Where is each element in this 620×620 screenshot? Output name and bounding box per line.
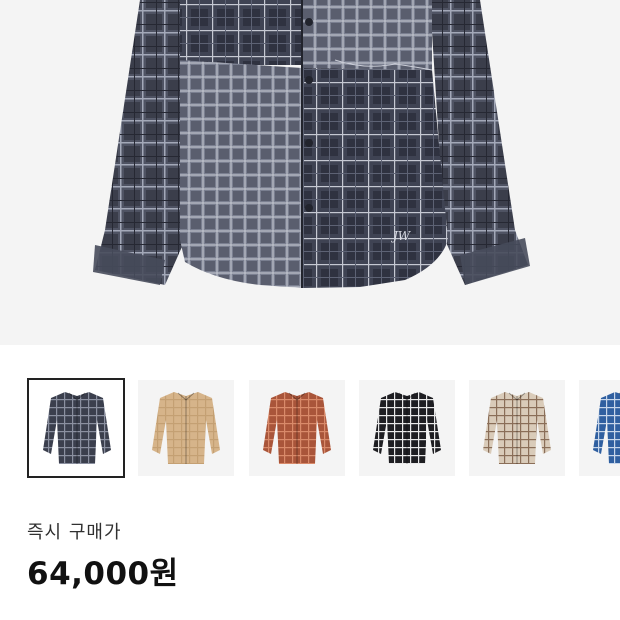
thumbnail-navy-patchwork-plaid-shirt[interactable] (27, 378, 125, 478)
shirt-thumbnail-image (593, 392, 620, 464)
product-main-image[interactable]: JW (0, 0, 620, 345)
shirt-thumbnail-image (43, 392, 111, 464)
thumbnail-blue-plaid-shirt[interactable] (579, 380, 620, 476)
plaid-shirt-illustration: JW (93, 0, 530, 288)
instant-buy-price: 64,000원 (27, 556, 179, 592)
thumbnail-strip (0, 378, 620, 478)
shirt-thumbnail-image (152, 392, 220, 464)
thumbnail-rust-plaid-shirt[interactable] (249, 380, 345, 476)
svg-text:JW: JW (390, 229, 412, 243)
thumbnail-cream-brown-plaid-shirt[interactable] (469, 380, 565, 476)
shirt-thumbnail-image (263, 392, 331, 464)
thumbnail-beige-shirt[interactable] (138, 380, 234, 476)
thumbnail-black-white-plaid-shirt[interactable] (359, 380, 455, 476)
shirt-thumbnail-image (373, 392, 441, 464)
instant-buy-price-label: 즉시 구매가 (27, 522, 122, 543)
shirt-thumbnail-image (483, 392, 551, 464)
